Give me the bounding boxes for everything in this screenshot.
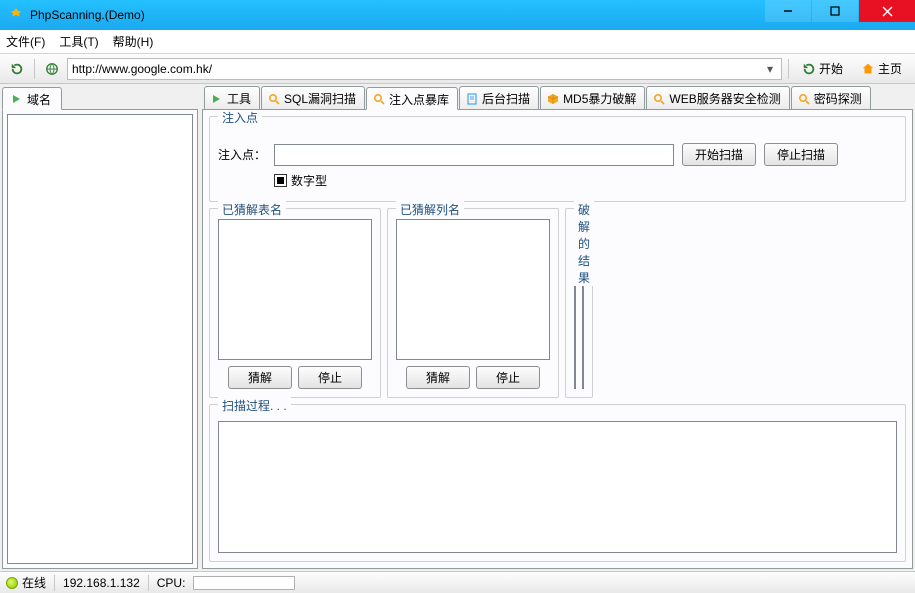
columns-listbox[interactable] bbox=[396, 219, 550, 360]
status-sep bbox=[148, 575, 149, 591]
cpu-progressbar bbox=[193, 576, 295, 590]
status-ip: 192.168.1.132 bbox=[63, 576, 140, 590]
groupbox-columns: 已猜解列名 猜解 停止 bbox=[387, 208, 559, 398]
right-panel: 工具 SQL漏洞扫描 注入点暴库 后台扫描 MD5暴力破解 WEB服务器安全检测 bbox=[202, 86, 913, 569]
tab-tools-label: 工具 bbox=[227, 90, 251, 107]
numeric-checkbox-label: 数字型 bbox=[291, 172, 327, 189]
groupbox-tables: 已猜解表名 猜解 停止 bbox=[209, 208, 381, 398]
groupbox-results: 破解的结果 bbox=[565, 208, 593, 398]
tab-injectdb-label: 注入点暴库 bbox=[389, 91, 449, 108]
menubar: 文件(F) 工具(T) 帮助(H) bbox=[0, 30, 915, 54]
groupbox-injection-legend: 注入点 bbox=[218, 110, 262, 126]
middle-groups: 已猜解表名 猜解 停止 已猜解列名 猜解 停止 破解的结果 bbox=[209, 208, 906, 398]
tab-sqlscan-label: SQL漏洞扫描 bbox=[284, 90, 356, 107]
menu-tools[interactable]: 工具(T) bbox=[59, 33, 98, 50]
left-tabstrip: 域名 bbox=[2, 86, 198, 110]
tab-injectdb[interactable]: 注入点暴库 bbox=[366, 87, 458, 110]
tab-md5[interactable]: MD5暴力破解 bbox=[540, 86, 645, 109]
address-toolbar: ▾ 开始 主页 bbox=[0, 54, 915, 84]
groupbox-log: 扫描过程. . . bbox=[209, 404, 906, 562]
status-sep bbox=[54, 575, 55, 591]
start-label: 开始 bbox=[819, 60, 843, 77]
home-button[interactable]: 主页 bbox=[854, 57, 909, 80]
window-title: PhpScanning.(Demo) bbox=[30, 8, 764, 22]
columns-stop-button[interactable]: 停止 bbox=[476, 366, 540, 389]
close-button[interactable] bbox=[859, 0, 915, 22]
tables-stop-button[interactable]: 停止 bbox=[298, 366, 362, 389]
tab-sqlscan[interactable]: SQL漏洞扫描 bbox=[261, 86, 365, 109]
tab-pwprobe-label: 密码探测 bbox=[814, 90, 862, 107]
log-textarea[interactable] bbox=[218, 421, 897, 553]
tab-domain[interactable]: 域名 bbox=[2, 87, 62, 110]
status-dot-icon bbox=[6, 577, 18, 589]
status-online-label: 在线 bbox=[22, 574, 46, 591]
app-icon bbox=[8, 7, 24, 23]
home-label: 主页 bbox=[878, 60, 902, 77]
tab-backscan-label: 后台扫描 bbox=[482, 90, 530, 107]
tab-websec-label: WEB服务器安全检测 bbox=[669, 90, 780, 107]
document-icon bbox=[466, 93, 478, 105]
tables-listbox[interactable] bbox=[218, 219, 372, 360]
url-combo[interactable]: ▾ bbox=[67, 58, 782, 80]
arrow-right-icon bbox=[211, 93, 223, 105]
tab-backscan[interactable]: 后台扫描 bbox=[459, 86, 539, 109]
right-tabbody: 注入点 注入点： 开始扫描 停止扫描 数字型 已猜解表名 bbox=[202, 110, 913, 569]
groupbox-log-legend: 扫描过程. . . bbox=[218, 397, 291, 414]
refresh-icon bbox=[802, 62, 816, 76]
groupbox-tables-legend: 已猜解表名 bbox=[218, 201, 286, 218]
maximize-button[interactable] bbox=[812, 0, 858, 22]
url-input[interactable] bbox=[72, 59, 763, 79]
minimize-button[interactable] bbox=[765, 0, 811, 22]
titlebar: PhpScanning.(Demo) bbox=[0, 0, 915, 30]
toolbar-divider bbox=[34, 59, 35, 79]
arrow-right-icon bbox=[11, 93, 23, 105]
magnify-icon bbox=[798, 93, 810, 105]
injection-input[interactable] bbox=[274, 144, 674, 166]
tab-pwprobe[interactable]: 密码探测 bbox=[791, 86, 871, 109]
tab-tools[interactable]: 工具 bbox=[204, 86, 260, 109]
status-cpu-label: CPU: bbox=[157, 576, 186, 590]
domain-listbox[interactable] bbox=[7, 114, 193, 564]
left-panel: 域名 bbox=[2, 86, 198, 569]
start-scan-button[interactable]: 开始扫描 bbox=[682, 143, 756, 166]
groupbox-results-legend: 破解的结果 bbox=[574, 201, 594, 286]
toolbar-divider bbox=[788, 59, 789, 79]
left-tabbody bbox=[2, 110, 198, 569]
status-online: 在线 bbox=[6, 574, 46, 591]
home-icon bbox=[861, 62, 875, 76]
injection-label: 注入点： bbox=[218, 146, 266, 163]
main-area: 域名 工具 SQL漏洞扫描 注入点暴库 后台扫描 bbox=[0, 84, 915, 571]
tab-domain-label: 域名 bbox=[27, 91, 51, 108]
magnify-icon bbox=[373, 93, 385, 105]
menu-file[interactable]: 文件(F) bbox=[6, 33, 45, 50]
cube-icon bbox=[547, 93, 559, 105]
tab-md5-label: MD5暴力破解 bbox=[563, 90, 636, 107]
magnify-icon bbox=[653, 93, 665, 105]
globe-button[interactable] bbox=[41, 58, 63, 80]
url-dropdown-icon[interactable]: ▾ bbox=[763, 62, 777, 76]
groupbox-columns-legend: 已猜解列名 bbox=[396, 201, 464, 218]
numeric-checkbox[interactable] bbox=[274, 174, 287, 187]
refresh-button[interactable] bbox=[6, 58, 28, 80]
right-tabstrip: 工具 SQL漏洞扫描 注入点暴库 后台扫描 MD5暴力破解 WEB服务器安全检测 bbox=[202, 86, 913, 110]
tables-guess-button[interactable]: 猜解 bbox=[228, 366, 292, 389]
groupbox-injection: 注入点 注入点： 开始扫描 停止扫描 数字型 bbox=[209, 116, 906, 202]
start-button[interactable]: 开始 bbox=[795, 57, 850, 80]
stop-scan-button[interactable]: 停止扫描 bbox=[764, 143, 838, 166]
statusbar: 在线 192.168.1.132 CPU: bbox=[0, 571, 915, 593]
tab-websec[interactable]: WEB服务器安全检测 bbox=[646, 86, 789, 109]
magnify-icon bbox=[268, 93, 280, 105]
menu-help[interactable]: 帮助(H) bbox=[113, 33, 154, 50]
columns-guess-button[interactable]: 猜解 bbox=[406, 366, 470, 389]
